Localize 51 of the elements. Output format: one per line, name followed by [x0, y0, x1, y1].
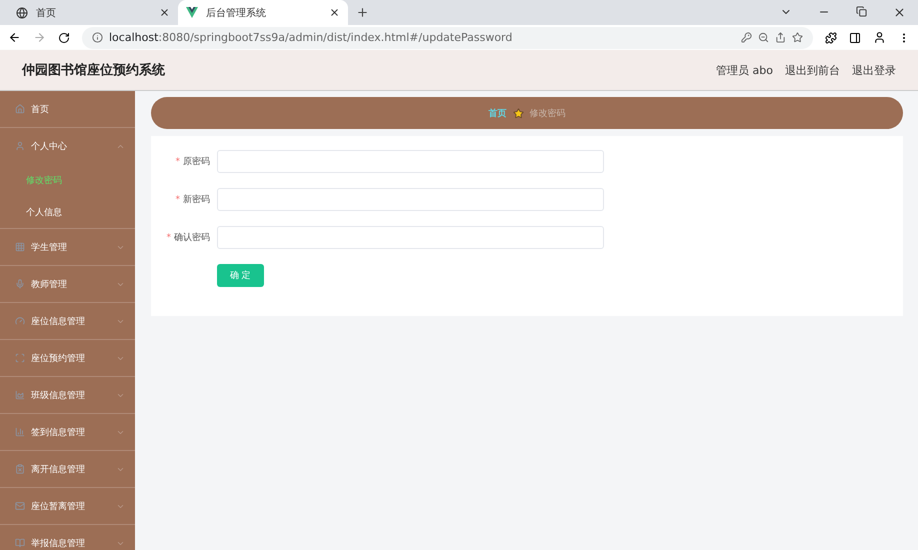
submenu-item[interactable]: 修改密码	[0, 164, 135, 196]
zoom-icon[interactable]	[758, 32, 769, 43]
clipboard-icon	[15, 464, 25, 474]
new-tab-icon[interactable]	[356, 6, 369, 19]
back-icon[interactable]	[8, 31, 21, 44]
book-icon	[15, 538, 25, 548]
close-icon[interactable]	[329, 7, 340, 18]
password-field[interactable]	[217, 188, 604, 211]
side-panel-icon[interactable]	[849, 32, 861, 44]
info-icon[interactable]	[92, 32, 103, 43]
key-icon[interactable]	[741, 32, 752, 43]
field-label: 新密码	[183, 194, 210, 206]
required-mark: *	[176, 194, 180, 204]
breadcrumb-item[interactable]: 首页	[488, 106, 506, 120]
home-icon	[15, 104, 25, 114]
app-title: 仲园图书馆座位预约系统	[22, 62, 165, 79]
user-icon	[15, 141, 25, 151]
star-icon	[512, 108, 524, 118]
breadcrumb-item: 修改密码	[530, 108, 566, 120]
share-icon[interactable]	[775, 32, 786, 43]
bar-chart-icon	[15, 427, 25, 437]
submenu-item[interactable]: 个人信息	[0, 196, 135, 228]
star-icon[interactable]	[792, 32, 803, 43]
field-label: 确认密码	[174, 232, 210, 244]
browser-tab[interactable]: 后台管理系统	[178, 0, 348, 25]
v-logo-icon	[186, 7, 198, 18]
password-field[interactable]	[217, 226, 604, 249]
required-mark: *	[176, 156, 180, 166]
field-label: 原密码	[183, 156, 210, 168]
close-icon[interactable]	[893, 6, 906, 19]
microphone-icon	[15, 279, 25, 289]
header-link[interactable]: 管理员 abo	[716, 62, 773, 78]
grid-icon	[15, 242, 25, 252]
address-bar[interactable]: localhost:8080/springboot7ss9a/admin/dist/index.html#/updatePassword	[82, 26, 813, 48]
mail-icon	[15, 501, 25, 511]
required-mark: *	[166, 232, 171, 242]
chart-icon	[15, 390, 25, 400]
password-field[interactable]	[217, 150, 604, 173]
menu-item[interactable]: 个人中心	[0, 128, 135, 164]
globe-icon	[16, 6, 28, 18]
header-link[interactable]: 退出登录	[852, 62, 896, 78]
confirm-button[interactable]: 确 定	[217, 264, 264, 287]
profile-icon[interactable]	[873, 31, 886, 44]
gauge-icon	[15, 316, 25, 326]
restore-icon[interactable]	[856, 6, 867, 17]
header-link[interactable]: 退出到前台	[785, 62, 840, 78]
extensions-icon[interactable]	[825, 32, 837, 44]
close-icon[interactable]	[159, 7, 170, 18]
frame-icon	[15, 353, 25, 363]
reload-icon[interactable]	[58, 32, 70, 44]
browser-tab[interactable]: 首页	[8, 0, 178, 25]
